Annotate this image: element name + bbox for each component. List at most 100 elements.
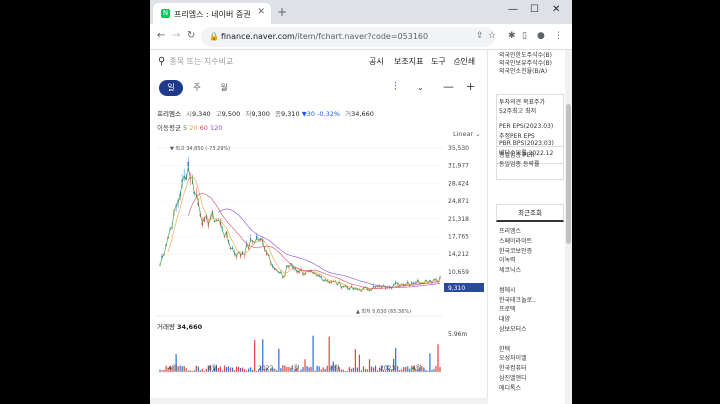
volume-bar: [244, 369, 246, 372]
volume-bar: [199, 370, 201, 372]
volume-bar: [284, 365, 286, 372]
volume-bar: [433, 369, 435, 372]
y-tick-label: 14,212: [448, 251, 469, 258]
browser-tab[interactable]: N 프리엠스 : 네이버 증권 ✕: [153, 3, 271, 24]
volume-bar: [370, 366, 373, 372]
volume-bar: [364, 368, 367, 372]
volume-bar: [397, 365, 399, 372]
tab-strip: N 프리엠스 : 네이버 증권 ✕ + — ☐ ✕: [150, 0, 572, 24]
new-tab-icon[interactable]: +: [277, 5, 287, 19]
address-bar[interactable]: 🔒 finance.naver.com/item/fchart.naver?co…: [201, 27, 495, 47]
maximize-icon[interactable]: ☐: [530, 4, 539, 15]
volume-bar: [233, 370, 236, 372]
sector-row: 동일업종 PER: [499, 152, 535, 159]
volume-bar: [278, 348, 280, 372]
volume-bar: [403, 367, 405, 372]
forward-icon[interactable]: →: [172, 30, 180, 41]
y-tick-label: 31,977: [448, 163, 469, 170]
price-chart[interactable]: 35,530 31,977 28,424 24,871 21,318 17,765 14,2…: [150, 50, 488, 404]
recent-item[interactable]: 삼진엘앤디: [499, 373, 527, 382]
volume-bar: [201, 368, 203, 372]
share-icon[interactable]: ⇪: [476, 31, 484, 41]
volume-bar: [193, 370, 195, 372]
volume-bar: [282, 365, 284, 372]
volume-bar: [308, 367, 310, 372]
recent-item[interactable]: 이녹력: [499, 255, 516, 264]
browser-toolbar: ← → ↻ 🔒 finance.naver.com/item/fchart.na…: [150, 24, 572, 50]
x-tick-label: 8월: [208, 364, 217, 372]
low-annotation: ▲ 최저 5,630 (65.36%): [356, 308, 411, 315]
profile-avatar-icon[interactable]: ●: [537, 31, 545, 41]
y-tick-label: 10,659: [448, 269, 469, 276]
y-tick-label: 21,318: [448, 216, 469, 223]
back-icon[interactable]: ←: [157, 30, 165, 41]
volume-bar: [248, 368, 250, 372]
recent-item[interactable]: 삼보모터스: [499, 324, 527, 333]
recent-item[interactable]: 스페이라이트: [499, 236, 532, 245]
volume-bar: [437, 344, 439, 372]
recent-item[interactable]: 오성자이엘: [499, 353, 527, 362]
recent-item[interactable]: 한국테크놀로..: [499, 295, 536, 304]
recent-view-header[interactable]: 최근조회: [496, 204, 564, 222]
moving-average-line: [187, 193, 441, 289]
minimize-icon[interactable]: —: [508, 4, 518, 15]
menu-dots-icon[interactable]: ⋮: [554, 31, 563, 41]
lock-icon: 🔒: [209, 32, 219, 41]
y-tick-label: 17,765: [448, 234, 469, 241]
reload-icon[interactable]: ↻: [187, 30, 195, 41]
recent-item[interactable]: 한텍: [499, 344, 510, 353]
volume-bar: [179, 365, 181, 372]
recent-item[interactable]: 대양: [499, 314, 510, 323]
volume-bar: [227, 366, 230, 372]
horizontal-scrollbar[interactable]: [150, 398, 488, 404]
side-panel: 외국인한도주식수(B) 외국인보유주식수(B) 외국인소진율(B/A) 투자의견 목…: [493, 50, 565, 404]
extensions-icon[interactable]: ✱: [508, 31, 516, 41]
recent-item[interactable]: 썸에시: [499, 285, 516, 294]
recent-item[interactable]: 한국코보인증: [499, 246, 532, 255]
close-window-icon[interactable]: ✕: [552, 4, 560, 15]
x-tick-label: 4월: [168, 364, 177, 372]
y-tick-label: 28,424: [448, 180, 469, 187]
volume-bar: [348, 366, 350, 372]
volume-bar: [421, 366, 423, 372]
side-info-row: 외국인소진율(B/A): [499, 68, 548, 75]
recent-item[interactable]: 세코닉스: [499, 265, 521, 274]
volume-bar: [326, 365, 328, 372]
scroll-thumb[interactable]: [566, 104, 571, 244]
volume-bar: [163, 369, 165, 372]
volume-bar: [318, 366, 320, 372]
moving-average-line: [167, 175, 441, 290]
volume-bar: [312, 335, 314, 372]
volume-bar: [306, 366, 308, 372]
bookmark-star-icon[interactable]: ☆: [488, 31, 496, 41]
volume-bar: [217, 367, 220, 372]
sector-row: 동일업종 등락률: [499, 161, 540, 168]
volume-bar: [159, 369, 161, 372]
volume-bar: [439, 366, 441, 372]
recent-item[interactable]: 프리엠스: [499, 226, 521, 235]
volume-bar: [189, 370, 191, 372]
volume-bar: [425, 369, 427, 372]
recent-item[interactable]: 프로텍: [499, 304, 516, 313]
volume-bar: [352, 367, 354, 372]
close-tab-icon[interactable]: ✕: [257, 7, 265, 17]
volume-bar: [235, 366, 238, 372]
vertical-scrollbar[interactable]: [565, 50, 572, 404]
volume-bar: [165, 365, 167, 372]
url-host: finance.naver.com: [221, 32, 295, 41]
volume-bar: [407, 366, 409, 372]
recent-item[interactable]: 한국컴퓨터: [499, 363, 527, 372]
volume-bar: [342, 369, 344, 372]
tab-title: 프리엠스 : 네이버 증권: [174, 10, 251, 19]
volume-bar: [401, 369, 403, 372]
volume-bar: [304, 359, 306, 372]
sidepanel-icon[interactable]: ▯: [522, 31, 527, 41]
volume-bar: [435, 365, 437, 372]
side-info-row: PER EPS(2023.03): [499, 122, 554, 130]
volume-bar: [181, 366, 183, 372]
volume-bar: [219, 366, 222, 372]
current-price-text: 9,310: [448, 285, 465, 292]
recent-item[interactable]: 에디톡스: [499, 383, 521, 392]
volume-bar: [368, 359, 371, 372]
volume-bar: [300, 369, 302, 372]
